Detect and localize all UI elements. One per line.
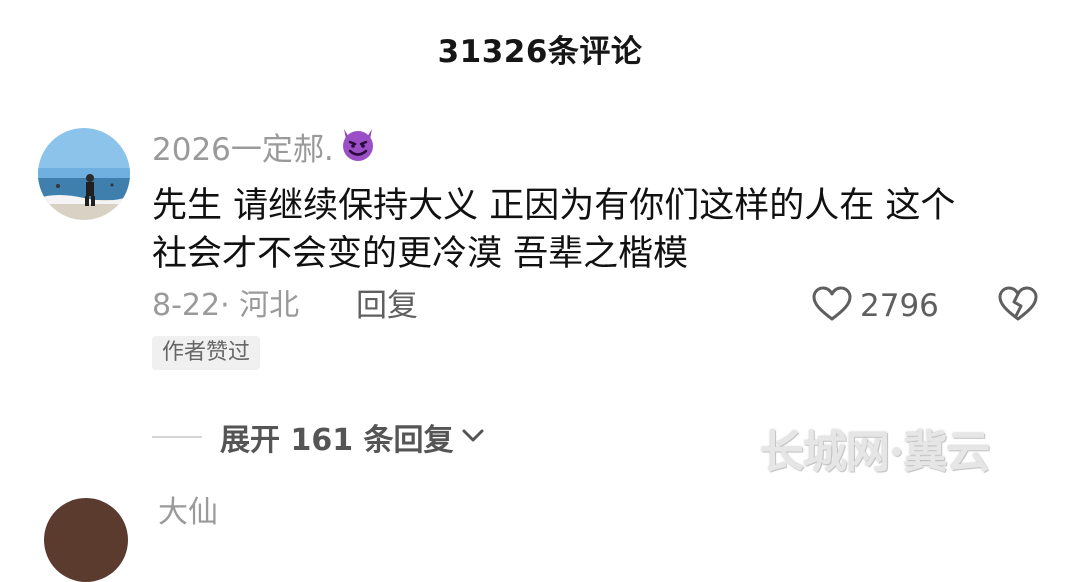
- author-liked-badge: 作者赞过: [152, 336, 261, 370]
- watermark: 长城网·冀云: [760, 427, 990, 478]
- comment-body: 先生 请继续保持大义 正因为有你们这样的人在 这个 社会才不会变的更冷漠 吾辈之…: [152, 182, 1042, 278]
- comment-date-location: 8-22· 河北: [152, 288, 300, 323]
- heart-icon: [812, 286, 852, 326]
- broken-heart-icon: [998, 286, 1038, 326]
- like-button[interactable]: 2796: [812, 284, 939, 328]
- comment-text-line: 先生 请继续保持大义 正因为有你们这样的人在 这个: [152, 186, 956, 226]
- reply-button[interactable]: 回复: [356, 284, 418, 328]
- avatar-beach-photo: [38, 128, 130, 220]
- expand-replies[interactable]: 展开 161 条回复: [152, 414, 486, 460]
- avatar[interactable]: [44, 498, 128, 582]
- chevron-down-icon: [460, 425, 486, 449]
- avatar[interactable]: [38, 128, 130, 220]
- comments-count-title: 31326条评论: [437, 34, 643, 70]
- dislike-button[interactable]: [996, 284, 1040, 328]
- username-text: 2026一定郝.: [152, 132, 334, 168]
- comment-username[interactable]: 2026一定郝.: [152, 128, 378, 172]
- smiling-devil-icon: [338, 123, 378, 175]
- like-count: 2796: [860, 288, 939, 324]
- comment-text-line: 社会才不会变的更冷漠 吾辈之楷模: [152, 234, 689, 274]
- divider: [152, 436, 202, 438]
- comment-username[interactable]: 大仙: [158, 498, 218, 528]
- expand-replies-label[interactable]: 展开 161 条回复: [220, 415, 454, 459]
